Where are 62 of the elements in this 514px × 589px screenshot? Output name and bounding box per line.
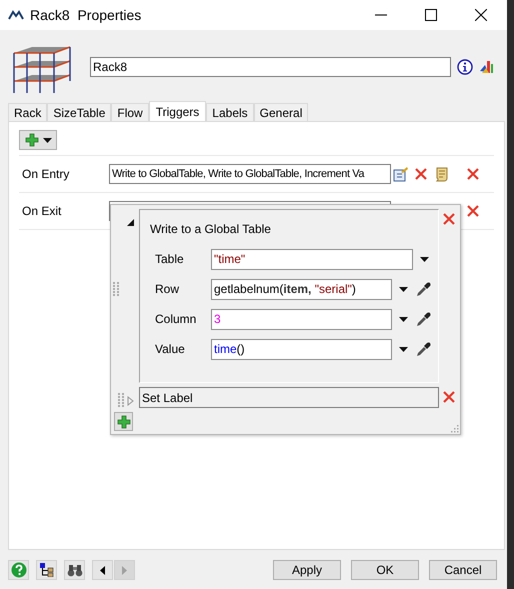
tab[interactable]: Flow xyxy=(111,103,149,121)
eyedropper-icon[interactable] xyxy=(416,342,431,356)
parameter-field[interactable]: time() xyxy=(211,338,392,360)
tab[interactable]: Labels xyxy=(206,103,254,121)
tab[interactable]: Rack xyxy=(8,103,48,121)
dropdown-caret-icon[interactable] xyxy=(42,138,52,142)
expand-toggle-icon[interactable] xyxy=(127,217,134,227)
drag-handle-icon[interactable] xyxy=(113,282,119,296)
dropdown-caret-icon[interactable] xyxy=(420,256,429,262)
eyedropper-icon[interactable] xyxy=(416,282,431,296)
parameter-label: Column xyxy=(154,311,198,328)
parameter-field[interactable]: 3 xyxy=(211,308,392,330)
trigger-label: On Exit xyxy=(21,203,62,220)
dialog-button[interactable]: Cancel xyxy=(429,560,497,580)
delete-icon[interactable] xyxy=(442,212,456,226)
delete-icon[interactable] xyxy=(466,167,480,181)
left-arrow-icon xyxy=(100,566,105,574)
collapsed-action[interactable]: Set Label xyxy=(139,387,439,408)
tab[interactable]: Triggers xyxy=(148,101,206,122)
close-icon[interactable] xyxy=(475,9,487,21)
tree-icon xyxy=(40,563,54,577)
app-logo-icon xyxy=(8,10,24,20)
plus-icon xyxy=(24,133,38,147)
drag-handle-icon[interactable] xyxy=(118,393,124,407)
tab[interactable]: General xyxy=(254,103,308,121)
right-arrow-icon xyxy=(122,566,127,574)
add-action-button[interactable] xyxy=(114,412,133,431)
add-trigger-button[interactable] xyxy=(19,130,57,150)
parameter-label: Value xyxy=(154,341,186,358)
action-title: Write to a Global Table xyxy=(150,221,272,238)
parameter-field[interactable]: "time" xyxy=(211,248,413,270)
resize-grip-icon[interactable] xyxy=(451,425,459,433)
tab[interactable]: SizeTable xyxy=(47,103,112,121)
expand-toggle-icon[interactable] xyxy=(127,396,134,406)
dropdown-caret-icon[interactable] xyxy=(399,346,408,352)
object-name-field[interactable]: Rack8 xyxy=(90,57,451,77)
help-button[interactable] xyxy=(8,560,29,580)
trigger-field[interactable]: Write to GlobalTable, Write to GlobalTable, Increment Va xyxy=(109,164,391,184)
info-icon[interactable] xyxy=(457,59,473,75)
dialog-button[interactable]: OK xyxy=(351,560,419,580)
delete-icon[interactable] xyxy=(466,204,480,218)
trigger-label: On Entry xyxy=(21,166,70,183)
eyedropper-icon[interactable] xyxy=(416,312,431,326)
tree-view-button[interactable] xyxy=(36,560,57,580)
script-icon[interactable] xyxy=(434,166,450,182)
dropdown-caret-icon[interactable] xyxy=(399,286,408,292)
delete-icon[interactable] xyxy=(442,390,456,404)
binoculars-icon xyxy=(66,563,82,577)
parameter-field[interactable]: getlabelnum(item, "serial") xyxy=(211,278,392,300)
maximize-icon[interactable] xyxy=(425,9,437,21)
delete-icon[interactable] xyxy=(414,167,428,181)
help-icon xyxy=(10,562,26,578)
back-button[interactable] xyxy=(92,560,113,580)
dropdown-caret-icon[interactable] xyxy=(399,316,408,322)
find-button[interactable] xyxy=(64,560,85,580)
plus-icon xyxy=(116,414,130,428)
edit-icon[interactable] xyxy=(393,166,409,182)
window-title: Rack8 Properties xyxy=(30,6,142,25)
parameter-label: Row xyxy=(154,281,180,298)
statistics-icon[interactable] xyxy=(479,59,495,75)
dialog-button[interactable]: Apply xyxy=(273,560,341,580)
parameter-label: Table xyxy=(154,251,185,268)
